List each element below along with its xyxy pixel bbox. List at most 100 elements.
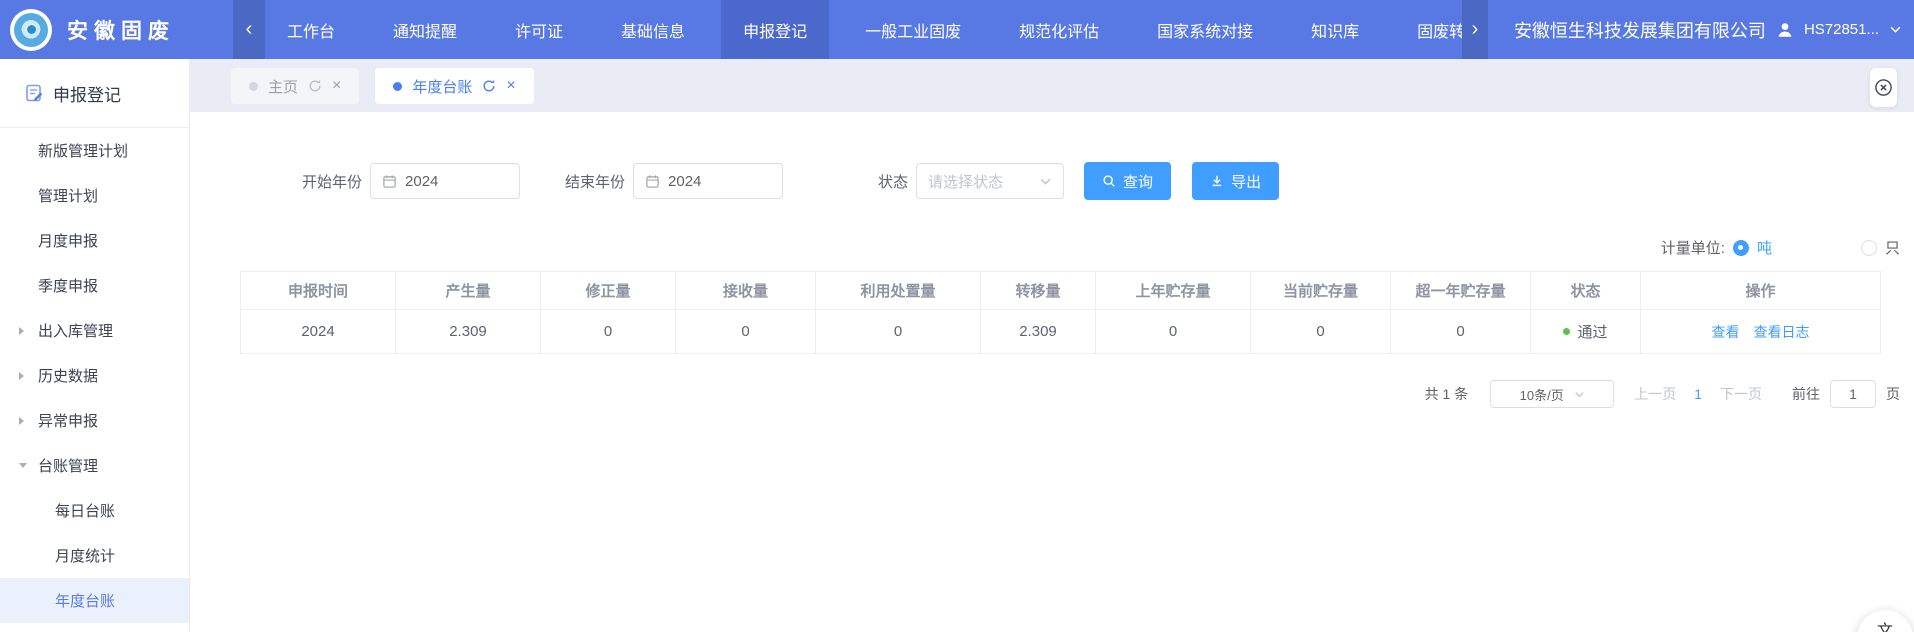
tab-home[interactable]: 主页 ×	[231, 68, 359, 104]
cell-declare-time: 2024	[241, 310, 396, 354]
sidebar-item-new-management-plan[interactable]: 新版管理计划	[0, 128, 189, 173]
sidebar-item-ledger-management[interactable]: 台账管理	[0, 443, 189, 488]
sidebar-item-label: 出入库管理	[38, 320, 113, 341]
nav-item-knowledge-base[interactable]: 知识库	[1289, 0, 1381, 59]
cell-actions: 查看 查看日志	[1641, 310, 1881, 354]
unit-radio-ton[interactable]: 吨	[1733, 237, 1772, 258]
download-icon	[1210, 174, 1224, 188]
sidebar-item-in-out-storage[interactable]: 出入库管理	[0, 308, 189, 353]
end-year-input[interactable]	[633, 163, 783, 199]
next-page-button[interactable]: 下一页	[1720, 384, 1762, 404]
expand-arrow-icon	[19, 417, 24, 425]
unit-radio-piece[interactable]: 只	[1861, 237, 1900, 258]
close-icon[interactable]: ×	[332, 78, 341, 94]
status-select[interactable]: 请选择状态	[916, 163, 1064, 199]
nav-item-declaration[interactable]: 申报登记	[721, 0, 829, 59]
nav-item-national-system[interactable]: 国家系统对接	[1135, 0, 1275, 59]
cell-generated: 2.309	[396, 310, 541, 354]
sidebar-item-monthly-declaration[interactable]: 月度申报	[0, 218, 189, 263]
col-actions: 操作	[1641, 272, 1881, 310]
expand-arrow-icon	[19, 327, 24, 335]
search-icon	[1102, 174, 1116, 188]
radio-label: 只	[1885, 237, 1900, 258]
chevron-down-icon	[1574, 389, 1585, 400]
prev-page-button[interactable]: 上一页	[1634, 384, 1676, 404]
start-year-label: 开始年份	[302, 171, 362, 192]
nav-item-workbench[interactable]: 工作台	[265, 0, 357, 59]
goto-label: 前往	[1792, 384, 1820, 404]
cell-prev-year-stored: 0	[1096, 310, 1251, 354]
top-navbar: 安徽固废 ‹ 工作台 通知提醒 许可证 基础信息 申报登记 一般工业固废 规范化…	[0, 0, 1914, 59]
start-year-value[interactable]	[405, 173, 495, 190]
brand: 安徽固废	[10, 0, 175, 59]
annual-ledger-table: 申报时间 产生量 修正量 接收量 利用处置量 转移量 上年贮存量 当前贮存量 超…	[240, 271, 1881, 354]
sidebar-item-management-plan[interactable]: 管理计划	[0, 173, 189, 218]
pagination: 共 1 条 10条/页 上一页 1 下一页 前往 页	[240, 380, 1900, 408]
view-link[interactable]: 查看	[1712, 322, 1740, 342]
nav-item-basic-info[interactable]: 基础信息	[599, 0, 707, 59]
page-size-select[interactable]: 10条/页	[1490, 380, 1614, 408]
document-edit-icon	[24, 83, 44, 103]
radio-icon	[1861, 240, 1877, 256]
page-number-1[interactable]: 1	[1694, 386, 1702, 402]
circle-close-icon	[1874, 78, 1893, 97]
col-declare-time: 申报时间	[241, 272, 396, 310]
chevron-down-icon	[1889, 23, 1902, 36]
col-current-stored: 当前贮存量	[1251, 272, 1391, 310]
chevron-left-icon: ‹	[246, 18, 253, 41]
table-header-row: 申报时间 产生量 修正量 接收量 利用处置量 转移量 上年贮存量 当前贮存量 超…	[241, 272, 1881, 310]
col-transferred: 转移量	[981, 272, 1096, 310]
nav-scroll-right-button[interactable]: ›	[1462, 0, 1488, 59]
unit-row: 计量单位: 吨 只	[240, 237, 1900, 258]
cell-transferred: 2.309	[981, 310, 1096, 354]
col-utilized-disposed: 利用处置量	[816, 272, 981, 310]
nav-item-notifications[interactable]: 通知提醒	[371, 0, 479, 59]
sidebar-item-daily-ledger[interactable]: 每日台账	[0, 488, 189, 533]
brand-title: 安徽固废	[67, 15, 175, 45]
chevron-right-icon: ›	[1472, 18, 1479, 41]
calendar-icon	[382, 174, 397, 189]
total-count: 共 1 条	[1425, 384, 1469, 404]
tab-annual-ledger[interactable]: 年度台账 ×	[375, 68, 533, 104]
goto-page-input[interactable]	[1830, 380, 1876, 408]
status-dot-icon	[1563, 328, 1570, 335]
sidebar-item-history-data[interactable]: 历史数据	[0, 353, 189, 398]
nav-item-general-industrial-waste[interactable]: 一般工业固废	[843, 0, 983, 59]
close-icon[interactable]: ×	[506, 78, 515, 94]
col-status: 状态	[1531, 272, 1641, 310]
export-button[interactable]: 导出	[1192, 162, 1279, 200]
sidebar-item-quarterly-declaration[interactable]: 季度申报	[0, 263, 189, 308]
sidebar-menu: 新版管理计划 管理计划 月度申报 季度申报 出入库管理 历史数据 异常申报 台账…	[0, 128, 189, 623]
sidebar-item-annual-ledger[interactable]: 年度台账	[0, 578, 189, 623]
nav-item-license[interactable]: 许可证	[493, 0, 585, 59]
nav-item-waste-transfer[interactable]: 固废转	[1395, 0, 1462, 59]
translate-icon: 文	[1877, 617, 1893, 632]
company-name: 安徽恒生科技发展集团有限公司	[1514, 17, 1766, 43]
sidebar-item-label: 历史数据	[38, 365, 98, 386]
view-log-link[interactable]: 查看日志	[1754, 322, 1810, 342]
start-year-input[interactable]	[370, 163, 520, 199]
col-received: 接收量	[676, 272, 816, 310]
app-window: 安徽固废 ‹ 工作台 通知提醒 许可证 基础信息 申报登记 一般工业固废 规范化…	[0, 0, 1914, 632]
sidebar-item-monthly-stats[interactable]: 月度统计	[0, 533, 189, 578]
sidebar-header: 申报登记	[0, 59, 189, 128]
main-nav: 工作台 通知提醒 许可证 基础信息 申报登记 一般工业固废 规范化评估 国家系统…	[265, 0, 1462, 59]
refresh-icon[interactable]	[482, 79, 496, 93]
collapse-arrow-icon	[19, 463, 27, 468]
end-year-label: 结束年份	[565, 171, 625, 192]
radio-icon	[1733, 240, 1749, 256]
close-all-tabs-button[interactable]	[1870, 68, 1897, 107]
end-year-value[interactable]	[668, 173, 758, 190]
tab-dot-icon	[393, 82, 402, 91]
sidebar-item-abnormal-declaration[interactable]: 异常申报	[0, 398, 189, 443]
sidebar: 申报登记 新版管理计划 管理计划 月度申报 季度申报 出入库管理 历史数据 异常…	[0, 59, 190, 632]
nav-scroll-left-button[interactable]: ‹	[233, 0, 265, 59]
nav-item-standardization-eval[interactable]: 规范化评估	[997, 0, 1121, 59]
search-button[interactable]: 查询	[1084, 162, 1171, 200]
page-size-value: 10条/页	[1520, 385, 1564, 404]
user-area[interactable]: 安徽恒生科技发展集团有限公司 HS72851...	[1514, 0, 1902, 59]
refresh-icon[interactable]	[308, 79, 322, 93]
cell-corrected: 0	[541, 310, 676, 354]
search-button-label: 查询	[1123, 171, 1153, 192]
user-id: HS72851...	[1804, 21, 1879, 38]
